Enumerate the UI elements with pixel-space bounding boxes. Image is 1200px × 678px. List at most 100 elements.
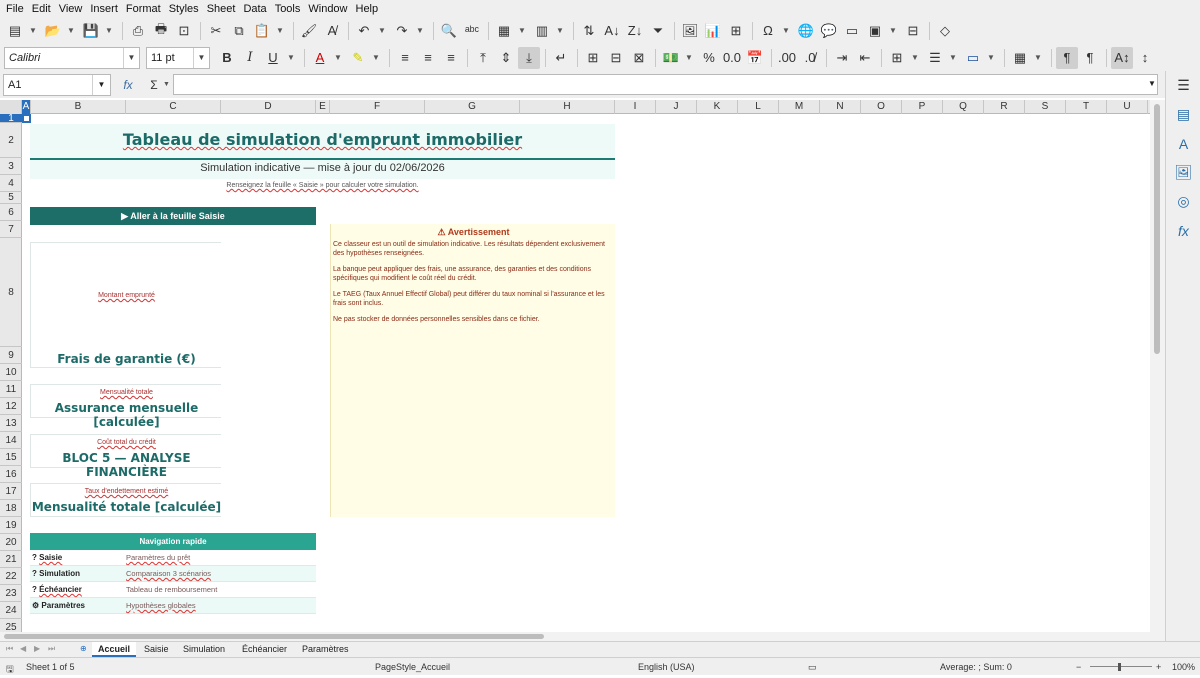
row-header-21[interactable]: 21 (0, 551, 22, 568)
column-header-k[interactable]: K (697, 100, 738, 114)
expand-formula-icon[interactable]: ▼ (1148, 79, 1156, 88)
comment-icon[interactable]: 💬 (818, 20, 840, 42)
row-header-23[interactable]: 23 (0, 585, 22, 602)
zoom-in-icon[interactable]: + (1156, 662, 1161, 672)
insert-chart-icon[interactable]: 📊 (702, 20, 724, 42)
row-dropdown-icon[interactable]: ▼ (516, 20, 528, 42)
column-dropdown-icon[interactable]: ▼ (554, 20, 566, 42)
clear-formatting-icon[interactable]: A̸ (321, 20, 343, 42)
open-dropdown-icon[interactable]: ▼ (65, 20, 77, 42)
text-direction-rtl-icon[interactable]: ¶ (1079, 47, 1101, 69)
copy-icon[interactable]: ⧉ (228, 20, 250, 42)
row-header-6[interactable]: 6 (0, 204, 22, 221)
zoom-level[interactable]: 100% (1172, 662, 1195, 672)
border-style-icon[interactable]: ☰ (924, 47, 946, 69)
freeze-panes-icon[interactable]: ⊟ (902, 20, 924, 42)
column-header-t[interactable]: T (1066, 100, 1107, 114)
text-vertical-icon[interactable]: A↕ (1111, 46, 1133, 69)
row-header-4[interactable]: 4 (0, 175, 22, 192)
increase-indent-icon[interactable]: ⇥ (831, 47, 853, 69)
column-header-e[interactable]: E (316, 100, 330, 114)
export-pdf-icon[interactable]: ⎙ (127, 20, 149, 42)
row-header-8[interactable]: 8 (0, 238, 22, 347)
font-color-icon[interactable]: A (309, 47, 331, 69)
sheet-tab-5[interactable]: Paramètres (296, 642, 355, 657)
column-header-b[interactable]: B (31, 100, 126, 114)
unmerge-icon[interactable]: ⊠ (628, 47, 650, 69)
sum-icon[interactable]: Σ (145, 78, 163, 92)
column-header-l[interactable]: L (738, 100, 779, 114)
language[interactable]: English (USA) (638, 662, 695, 672)
align-center-icon[interactable]: ≡ (417, 47, 439, 69)
column-header-h[interactable]: H (520, 100, 615, 114)
navigator-icon[interactable]: ◎ (1166, 187, 1200, 216)
autofilter-icon[interactable]: ⏷ (647, 20, 669, 42)
menu-item-insert[interactable]: Insert (88, 3, 124, 15)
functions-icon[interactable]: fx (1166, 216, 1200, 245)
menu-item-view[interactable]: View (57, 3, 89, 15)
selection-mode-icon[interactable]: ▭ (808, 662, 817, 673)
special-character-dropdown-icon[interactable]: ▼ (780, 20, 792, 42)
open-folder-icon[interactable]: 📂 (42, 20, 64, 42)
cut-icon[interactable]: ✂ (205, 20, 227, 42)
row-header-10[interactable]: 10 (0, 364, 22, 381)
sort-descending-icon[interactable]: Z↓ (624, 20, 646, 42)
row-header-13[interactable]: 13 (0, 415, 22, 432)
border-color-dropdown-icon[interactable]: ▼ (985, 47, 997, 69)
column-header-o[interactable]: O (861, 100, 902, 114)
borders-dropdown-icon[interactable]: ▼ (909, 47, 921, 69)
function-wizard-icon[interactable]: fx (119, 78, 137, 92)
add-sheet-icon[interactable]: ⊕ (80, 644, 87, 653)
merge-center-icon[interactable]: ⊟ (605, 47, 627, 69)
sheet-tab-1[interactable]: Accueil (92, 642, 137, 657)
sort-ascending-icon[interactable]: A↓ (601, 20, 623, 42)
find-replace-icon[interactable]: 🔍 (438, 20, 460, 42)
row-header-19[interactable]: 19 (0, 517, 22, 534)
header-footer-icon[interactable]: ▭ (841, 20, 863, 42)
underline-dropdown-icon[interactable]: ▼ (285, 47, 297, 69)
text-direction-ltr-icon[interactable]: ¶ (1056, 46, 1078, 69)
align-right-icon[interactable]: ≡ (440, 47, 462, 69)
save-dropdown-icon[interactable]: ▼ (103, 20, 115, 42)
column-header-d[interactable]: D (221, 100, 316, 114)
redo-dropdown-icon[interactable]: ▼ (414, 20, 426, 42)
new-document-icon[interactable]: ▤ (4, 20, 26, 42)
first-sheet-icon[interactable]: ⏮ (6, 644, 13, 654)
styles-icon[interactable]: A (1166, 129, 1200, 158)
date-format-icon[interactable]: 📅 (744, 47, 766, 69)
row-header-22[interactable]: 22 (0, 568, 22, 585)
column-header-q[interactable]: Q (943, 100, 984, 114)
center-vertically-icon[interactable]: ⇕ (495, 47, 517, 69)
print-preview-icon[interactable]: ⊡ (173, 20, 195, 42)
row-header-24[interactable]: 24 (0, 602, 22, 619)
column-header-j[interactable]: J (656, 100, 697, 114)
column-header-a[interactable]: A (22, 100, 31, 114)
last-sheet-icon[interactable]: ⏭ (48, 644, 55, 654)
print-area-dropdown-icon[interactable]: ▼ (887, 20, 899, 42)
row-header-17[interactable]: 17 (0, 483, 22, 500)
quick-nav-name[interactable]: ⚙ Paramètres (32, 601, 85, 610)
row-header-15[interactable]: 15 (0, 449, 22, 466)
quick-nav-row-saisie[interactable]: ? Saisie Paramètres du prêt (30, 550, 316, 566)
italic-icon[interactable]: I (239, 47, 261, 69)
menu-item-styles[interactable]: Styles (167, 3, 205, 15)
conditional-format-icon[interactable]: ▦ (1009, 47, 1031, 69)
zoom-slider[interactable] (1090, 666, 1152, 667)
horizontal-scrollbar[interactable] (0, 632, 1165, 641)
sidebar-menu-icon[interactable]: ☰ (1166, 71, 1200, 100)
sheet-tab-3[interactable]: Simulation (177, 642, 231, 657)
menu-item-window[interactable]: Window (306, 3, 353, 15)
wrap-text-icon[interactable]: ↵ (550, 47, 572, 69)
vertical-scrollbar[interactable] (1150, 100, 1165, 632)
quick-nav-row-parametres[interactable]: ⚙ Paramètres Hypothèses globales (30, 598, 316, 614)
font-size-combo[interactable]: 11 pt ▼ (146, 46, 210, 69)
column-header-i[interactable]: I (615, 100, 656, 114)
vertical-scroll-thumb[interactable] (1154, 104, 1160, 354)
properties-icon[interactable]: ▤ (1166, 100, 1200, 129)
conditional-dropdown-icon[interactable]: ▼ (1032, 47, 1044, 69)
row-header-14[interactable]: 14 (0, 432, 22, 449)
row-header-2[interactable]: 2 (0, 123, 22, 158)
column-icon[interactable]: ▥ (531, 20, 553, 42)
row-header-1[interactable]: 1 (0, 113, 22, 124)
clone-formatting-icon[interactable]: 🖌 (298, 20, 320, 42)
